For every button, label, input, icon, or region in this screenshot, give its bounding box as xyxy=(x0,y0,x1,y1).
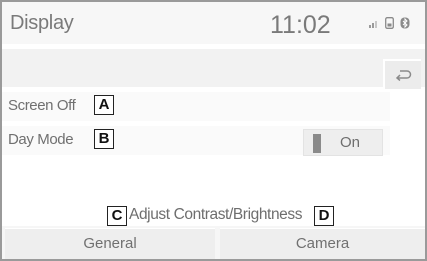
page-title: Display xyxy=(10,12,74,34)
bluetooth-icon xyxy=(400,17,410,29)
day-mode-toggle[interactable]: On xyxy=(303,129,383,156)
back-arrow-icon xyxy=(395,70,412,81)
toggle-indicator xyxy=(313,134,321,153)
callout-c: C xyxy=(107,206,127,226)
signal-bars-icon xyxy=(369,21,377,28)
phone-icon xyxy=(385,17,394,29)
callout-b: B xyxy=(94,129,114,149)
screen-off-label: Screen Off xyxy=(8,97,76,114)
callout-a: A xyxy=(94,95,114,115)
header-bar: Display 11:02 xyxy=(2,2,425,44)
display-screen: Display 11:02 Screen Off Day Mode On Adj… xyxy=(0,0,427,261)
callout-d: D xyxy=(314,206,334,226)
clock: 11:02 xyxy=(270,11,331,39)
day-mode-label: Day Mode xyxy=(8,131,74,148)
back-button[interactable] xyxy=(383,59,421,89)
content-area xyxy=(2,159,425,204)
adjust-contrast-brightness-button[interactable]: Adjust Contrast/Brightness xyxy=(129,206,303,224)
screen-off-row[interactable]: Screen Off xyxy=(2,92,390,121)
tab-general[interactable]: General xyxy=(5,228,215,259)
tab-camera[interactable]: Camera xyxy=(220,228,425,259)
toolbar-row xyxy=(2,49,425,89)
status-icons xyxy=(369,16,410,30)
toggle-state-label: On xyxy=(340,134,361,151)
